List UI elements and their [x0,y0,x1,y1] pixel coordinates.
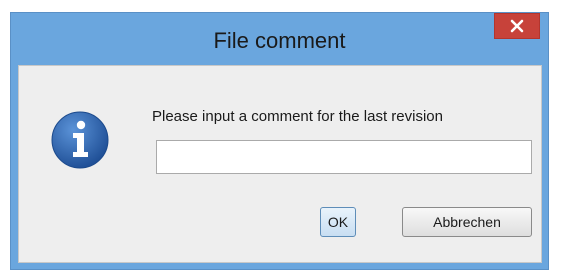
cancel-button[interactable]: Abbrechen [402,207,532,237]
close-button[interactable] [494,13,540,39]
dialog-content: Please input a comment for the last revi… [18,65,542,263]
prompt-label: Please input a comment for the last revi… [152,108,443,125]
ok-button[interactable]: OK [320,207,356,237]
file-comment-dialog: File comment Please input a comment for … [10,12,549,270]
comment-input[interactable] [156,140,532,174]
dialog-title: File comment [213,28,346,53]
close-icon [510,19,524,33]
title-bar[interactable]: File comment [11,13,548,65]
info-icon [51,111,109,169]
